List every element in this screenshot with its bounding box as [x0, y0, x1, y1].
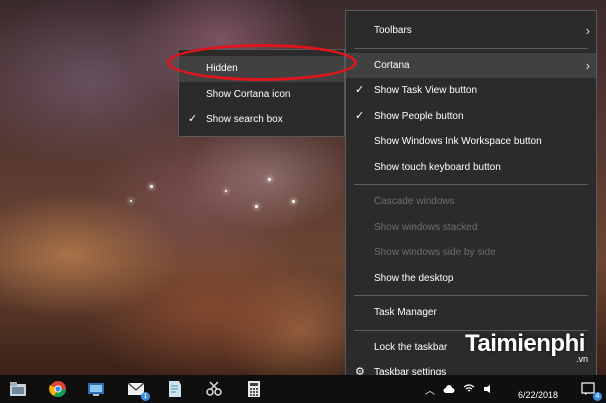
- menu-item-label: Show Windows Ink Workspace button: [374, 136, 542, 147]
- menu-item-side-by-side: Show windows side by side: [346, 240, 596, 266]
- red-highlight-ellipse: [167, 44, 357, 81]
- watermark-suffix: .vn: [576, 354, 589, 364]
- menu-item-task-manager[interactable]: Task Manager: [346, 300, 596, 326]
- menu-item-label: Show windows side by side: [374, 247, 496, 258]
- menu-item-toolbars[interactable]: Toolbars ›: [346, 18, 596, 44]
- taskbar: 1 ︿ 6/22/2018 4: [0, 375, 606, 403]
- notification-badge: 4: [593, 392, 602, 401]
- menu-item-cortana[interactable]: Cortana ›: [346, 52, 596, 78]
- checkmark-icon: ✓: [355, 84, 365, 96]
- nebula-star: [268, 178, 271, 181]
- menu-item-label: Cascade windows: [374, 196, 455, 207]
- nebula-star: [130, 200, 132, 202]
- checkmark-icon: ✓: [355, 109, 365, 122]
- snipping-tool-icon[interactable]: [204, 379, 224, 399]
- notification-center-icon[interactable]: 4: [578, 379, 602, 401]
- menu-separator: [354, 184, 588, 185]
- menu-separator: [354, 295, 588, 296]
- nebula-star: [225, 190, 227, 192]
- submenu-item-show-search-box[interactable]: ✓ Show search box: [179, 107, 344, 133]
- file-explorer-icon[interactable]: [8, 379, 28, 399]
- mail-badge: 1: [141, 392, 150, 401]
- taskbar-context-menu: Toolbars › Cortana › ✓ Show Task View butto…: [345, 10, 597, 380]
- menu-item-label: Show People button: [374, 110, 464, 122]
- menu-item-show-touch-keyboard[interactable]: Show touch keyboard button: [346, 155, 596, 181]
- nebula-star: [255, 205, 258, 208]
- menu-item-label: Cortana: [374, 59, 410, 71]
- menu-item-label: Show touch keyboard button: [374, 161, 501, 173]
- menu-item-label: Task Manager: [374, 307, 437, 318]
- menu-item-label: Toolbars: [374, 25, 412, 36]
- wifi-icon[interactable]: [463, 384, 475, 394]
- chevron-right-icon: ›: [585, 57, 590, 73]
- menu-item-label: Show windows stacked: [374, 221, 478, 233]
- nebula-star: [292, 200, 295, 203]
- calculator-icon[interactable]: [244, 379, 264, 399]
- menu-item-cascade-windows: Cascade windows: [346, 189, 596, 215]
- submenu-item-show-cortana-icon[interactable]: Show Cortana icon: [179, 82, 344, 108]
- clock-date[interactable]: 6/22/2018: [518, 389, 558, 401]
- menu-item-show-desktop[interactable]: Show the desktop: [346, 266, 596, 292]
- menu-separator: [354, 47, 588, 49]
- chevron-up-icon[interactable]: ︿: [425, 382, 435, 397]
- chevron-right-icon: ›: [585, 23, 590, 38]
- menu-item-show-task-view[interactable]: ✓ Show Task View button: [346, 78, 596, 104]
- menu-item-label: Show the desktop: [374, 272, 454, 284]
- system-tray: ︿: [425, 375, 504, 403]
- menu-item-label: Show search box: [206, 114, 283, 125]
- watermark-brand: Taimienphi: [465, 330, 585, 357]
- cloud-icon[interactable]: [443, 384, 455, 394]
- menu-item-label: Show Cortana icon: [206, 88, 291, 100]
- volume-icon[interactable]: [483, 384, 494, 394]
- chrome-icon[interactable]: [48, 379, 68, 399]
- nebula-star: [150, 185, 153, 188]
- menu-item-stack-windows: Show windows stacked: [346, 215, 596, 241]
- mail-icon[interactable]: 1: [126, 379, 150, 401]
- menu-item-label: Show Task View button: [374, 85, 478, 96]
- menu-item-show-ink-workspace[interactable]: Show Windows Ink Workspace button: [346, 129, 596, 155]
- menu-item-label: Lock the taskbar: [374, 341, 448, 353]
- notes-app-icon[interactable]: [164, 379, 184, 399]
- menu-item-show-people[interactable]: ✓ Show People button: [346, 104, 596, 130]
- watermark-logo: Taimienphi: [465, 330, 585, 358]
- checkmark-icon: ✓: [188, 113, 198, 125]
- computer-app-icon[interactable]: [86, 379, 106, 399]
